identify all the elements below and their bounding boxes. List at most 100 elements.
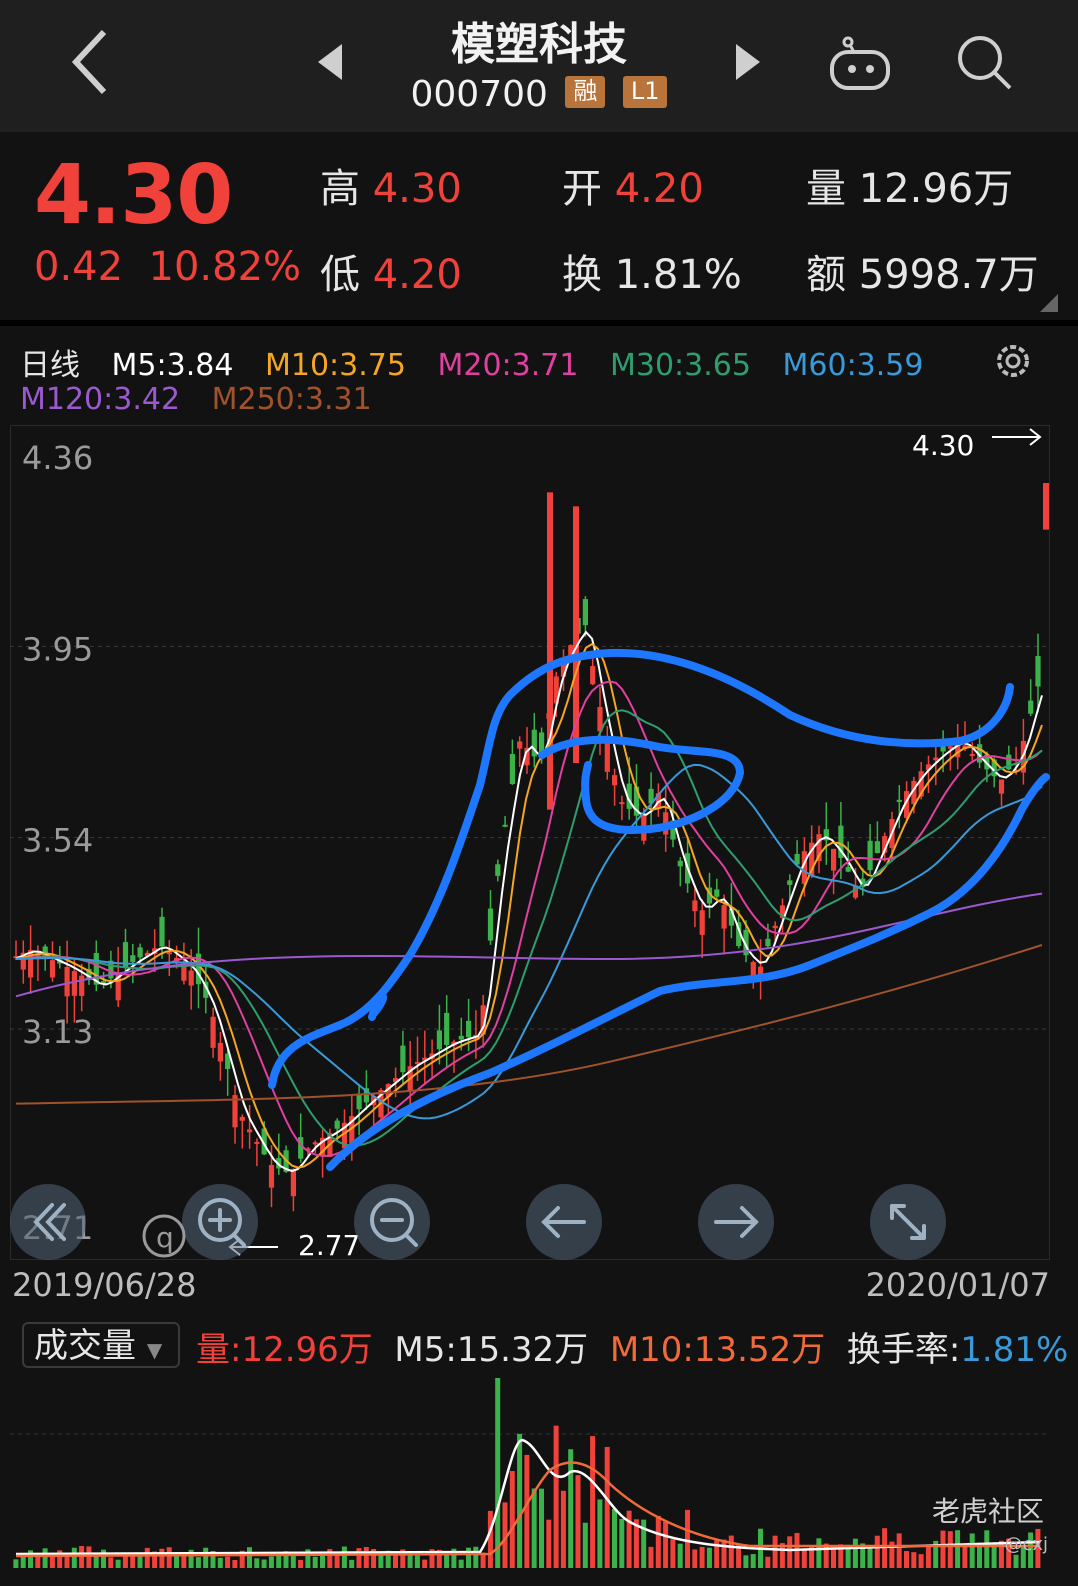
volume-bar: [64, 1555, 70, 1568]
kline-chart[interactable]: 4.363.953.543.132.714.302.77 q: [10, 425, 1050, 1260]
candle-body: [495, 864, 501, 876]
candle-body: [896, 799, 902, 802]
gear-icon[interactable]: [992, 340, 1034, 382]
candle-body: [502, 824, 508, 827]
volume-bar: [904, 1551, 909, 1568]
stock-title: 模塑科技: [451, 19, 627, 70]
candle-body: [831, 848, 837, 871]
volume-bar: [487, 1510, 493, 1568]
expand-corner-icon[interactable]: [1040, 294, 1058, 312]
candle-body: [356, 1093, 362, 1110]
candle-body: [874, 841, 880, 854]
low-stat: 低 4.20: [320, 252, 462, 298]
candle-body: [590, 666, 596, 685]
candle-body: [969, 754, 975, 757]
price-change: 0.42 10.82%: [34, 244, 301, 290]
watermark: 老虎社区: [931, 1495, 1044, 1528]
volume-bar: [896, 1533, 902, 1568]
volume-bar: [984, 1530, 990, 1568]
candle-body: [604, 741, 610, 772]
volume-bar: [969, 1533, 975, 1568]
volume-bar: [940, 1530, 946, 1568]
candle-body: [772, 925, 778, 929]
ma5-label: M5:3.84: [111, 348, 234, 383]
candle-body: [765, 938, 771, 947]
end-date: 2020/01/07: [865, 1266, 1050, 1304]
ma-line-3: [15, 709, 1043, 1147]
high-arrow-icon: [992, 428, 1042, 446]
volume-bar: [363, 1547, 369, 1568]
y-axis-label: 3.13: [22, 1013, 93, 1051]
volume-bar: [524, 1454, 530, 1568]
volume-bar: [71, 1547, 77, 1568]
left-control[interactable]: [526, 1184, 602, 1260]
volume-bar: [546, 1519, 552, 1568]
volume-bar: [393, 1553, 398, 1568]
expand-control[interactable]: [870, 1184, 946, 1260]
next-stock-icon[interactable]: [726, 40, 766, 84]
volume-bar: [714, 1539, 720, 1568]
volume-bar: [991, 1543, 997, 1568]
ma250-label: M250:3.31: [211, 382, 372, 417]
high-stat: 高 4.30: [320, 166, 462, 212]
ma30-label: M30:3.65: [610, 348, 751, 383]
volume-bar: [531, 1488, 537, 1568]
candle-body: [721, 905, 727, 929]
change-value: 0.42: [34, 244, 124, 290]
volume-bar: [918, 1554, 924, 1568]
candle-body: [509, 753, 515, 784]
volume-bar: [254, 1558, 260, 1568]
volume-bar: [801, 1550, 807, 1568]
double-left-control[interactable]: [10, 1184, 86, 1260]
volume-bar: [728, 1535, 734, 1568]
stock-code: 000700: [410, 74, 548, 115]
volume-bar: [955, 1530, 961, 1568]
volume-value: 12.96万: [858, 166, 1014, 212]
volume-bar: [1013, 1554, 1019, 1568]
ma-legend-row2: M120:3.42 M250:3.31: [20, 382, 394, 417]
volume-bar: [341, 1546, 347, 1568]
candle-body: [1028, 700, 1034, 714]
zoom-out-control[interactable]: [354, 1184, 430, 1260]
volume-bar: [268, 1556, 274, 1568]
annotation-lower-curve: [326, 773, 1050, 1171]
right-control[interactable]: [698, 1184, 774, 1260]
volume-bar: [42, 1548, 48, 1568]
volume-bar: [203, 1547, 209, 1568]
volume-bar: [298, 1559, 304, 1568]
zoom-in-control[interactable]: [182, 1184, 258, 1260]
volume-bar: [874, 1535, 880, 1568]
candle-body: [49, 960, 56, 978]
volume-bar: [911, 1552, 917, 1568]
candle-body: [239, 1116, 245, 1121]
volume-bar: [750, 1554, 756, 1568]
search-icon[interactable]: [954, 32, 1014, 92]
robot-assistant-icon[interactable]: [828, 36, 892, 92]
volume-bar: [517, 1433, 523, 1568]
volume-bar: [122, 1556, 128, 1568]
candle-body: [998, 779, 1005, 794]
volume-bar: [261, 1559, 267, 1568]
indicator-select[interactable]: 成交量 ▼: [22, 1322, 180, 1368]
candle-body: [166, 952, 172, 955]
crosshair-toggle[interactable]: q: [142, 1214, 186, 1258]
volume-bar: [685, 1509, 690, 1568]
turnover-rate: 1.81%: [960, 1330, 1069, 1370]
candle-body: [210, 1016, 216, 1048]
volume-bar: [962, 1545, 968, 1568]
volume-bar: [115, 1559, 121, 1568]
candle-body: [312, 1142, 318, 1145]
candle-body: [466, 1020, 472, 1038]
high-value: 4.30: [372, 166, 462, 212]
divider: [0, 320, 1078, 326]
volume-bar: [166, 1547, 172, 1568]
chevron-down-icon: ▼: [146, 1338, 163, 1362]
period-label[interactable]: 日线: [20, 348, 80, 383]
candle-body: [334, 1120, 340, 1129]
candle-body: [1043, 483, 1049, 530]
change-percent: 10.82%: [148, 244, 302, 290]
volume-bar: [356, 1548, 362, 1568]
low-marker: 2.77: [298, 1229, 360, 1260]
turnover-rate-label: 换手率:: [846, 1330, 961, 1370]
volume-bar: [867, 1546, 873, 1568]
